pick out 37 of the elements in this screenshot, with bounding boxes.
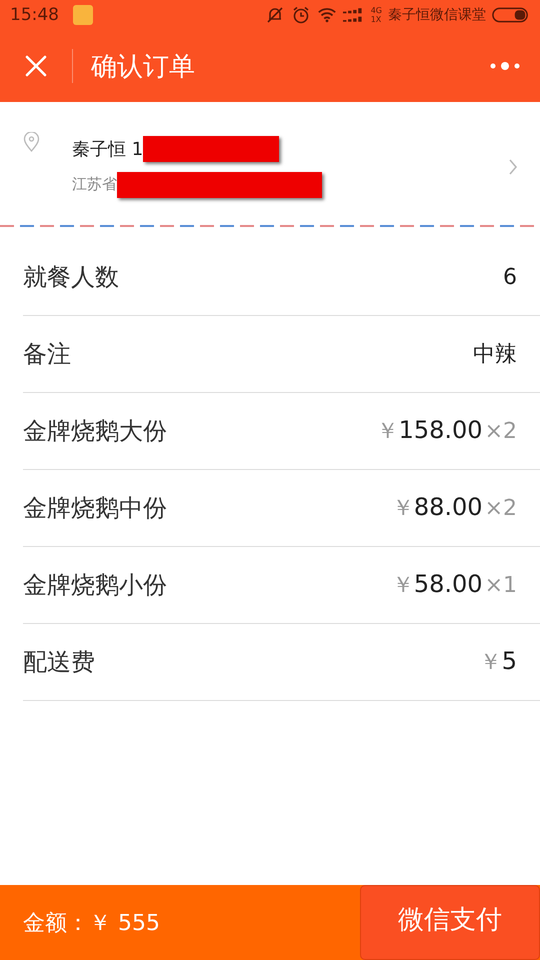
- price: 58.00: [414, 570, 483, 598]
- location-pin-icon: [23, 132, 40, 152]
- row-label: 就餐人数: [23, 262, 119, 293]
- row-label: 金牌烧鹅大份: [23, 416, 167, 447]
- quantity: ×2: [484, 419, 517, 444]
- delivery-address: 江苏省: [72, 175, 117, 194]
- row-value: 6: [503, 264, 517, 290]
- quantity: ×2: [484, 496, 517, 521]
- quantity: ×1: [484, 573, 517, 598]
- total-amount: 金额：￥ 555: [22, 910, 160, 938]
- page-title: 确认订单: [91, 50, 195, 84]
- row-label: 备注: [23, 339, 71, 370]
- app-notification-icon: [73, 5, 93, 25]
- price: 88.00: [414, 493, 483, 521]
- row-label: 配送费: [23, 647, 95, 678]
- carrier-name: 秦子恒微信课堂: [388, 6, 486, 24]
- battery-icon: [492, 7, 530, 23]
- chevron-right-icon: [508, 158, 518, 176]
- network-label: 4G: [370, 6, 382, 15]
- currency-sign: ￥: [376, 418, 399, 446]
- currency-sign: ￥: [480, 649, 502, 677]
- address-card[interactable]: 秦子恒 1 江苏省: [0, 102, 540, 225]
- currency-sign: ￥: [392, 572, 414, 600]
- recipient-name: 秦子恒 1: [72, 138, 144, 160]
- currency-sign: ￥: [392, 495, 414, 523]
- row-label: 金牌烧鹅中份: [23, 493, 167, 524]
- status-time: 15:48: [10, 5, 59, 25]
- network-label: 1X: [370, 15, 382, 24]
- wifi-icon: [316, 5, 337, 25]
- more-icon[interactable]: [490, 61, 520, 71]
- alarm-clock-icon: [290, 5, 311, 25]
- close-icon[interactable]: [24, 54, 48, 78]
- muted-bell-icon: [264, 5, 285, 25]
- price: 158.00: [398, 416, 483, 444]
- price: 5: [502, 647, 517, 675]
- row-value: 中辣: [473, 341, 517, 369]
- row-label: 金牌烧鹅小份: [23, 570, 167, 601]
